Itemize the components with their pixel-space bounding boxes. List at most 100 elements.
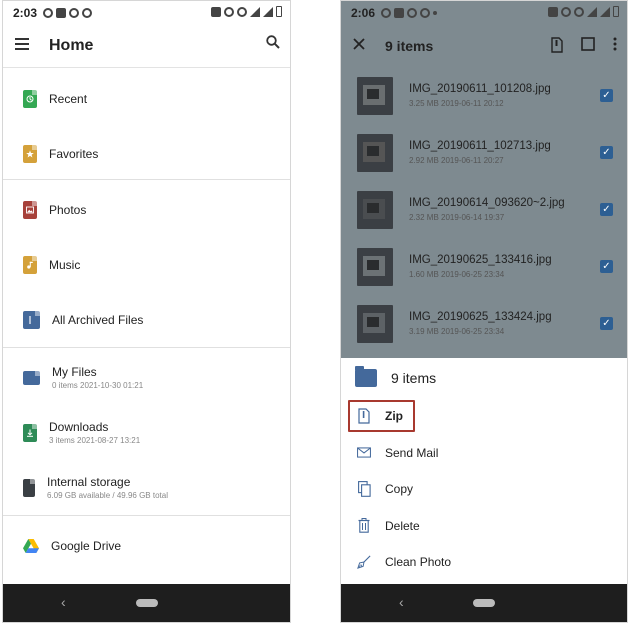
trash-icon — [357, 518, 371, 534]
link-icon — [69, 8, 80, 18]
selection-screen: 2:06 9 items IMG_20190611_101208.jpg 3.2… — [340, 0, 628, 623]
action-label: Send Mail — [385, 445, 439, 460]
home-screen: 2:03 Home Recent Favorites Photos Music … — [2, 0, 291, 623]
checkbox-checked-icon[interactable]: ✓ — [600, 203, 613, 216]
battery-icon — [613, 6, 619, 17]
nav-label: Downloads — [49, 420, 109, 434]
file-row[interactable]: IMG_20190614_093620~2.jpg 2.32 MB 2019-0… — [341, 181, 627, 238]
signal-icon — [263, 6, 273, 17]
selection-count: 9 items — [385, 38, 434, 54]
nav-label: Google Drive — [51, 538, 122, 553]
image-thumbnail — [357, 76, 393, 115]
search-icon[interactable] — [266, 35, 280, 54]
file-row[interactable]: IMG_20190625_133416.jpg 1.60 MB 2019-06-… — [341, 238, 627, 295]
mute-icon — [237, 6, 247, 17]
more-options-icon[interactable] — [613, 37, 617, 58]
signal-icon — [600, 6, 610, 17]
checkbox-checked-icon[interactable]: ✓ — [600, 146, 613, 159]
image-thumbnail — [357, 247, 393, 286]
action-sheet: 9 items Zip Send Mail Copy Delete Clean … — [341, 358, 627, 584]
home-pill-icon[interactable] — [135, 599, 158, 607]
nav-item-internal-storage[interactable]: Internal storage 6.09 GB available / 49.… — [3, 460, 290, 515]
zip-file-icon[interactable] — [551, 37, 563, 58]
wifi-icon — [587, 6, 597, 17]
highlight-box — [348, 400, 415, 432]
status-time: 2:06 — [351, 6, 376, 20]
action-copy[interactable]: Copy — [341, 471, 627, 508]
copy-icon — [357, 481, 371, 498]
nav-label: Music — [49, 257, 81, 272]
page-title: Home — [49, 37, 94, 54]
nav-item-recent[interactable]: Recent — [3, 71, 290, 126]
usb-icon — [407, 8, 418, 18]
file-name: IMG_20190611_101208.jpg — [409, 83, 551, 95]
nav-label: My Files — [52, 365, 97, 379]
image-thumbnail — [357, 133, 393, 172]
nav-item-photos[interactable]: Photos — [3, 182, 290, 237]
action-clean-photo[interactable]: Clean Photo — [341, 544, 627, 581]
close-icon[interactable] — [353, 37, 365, 55]
nav-item-google-drive[interactable]: Google Drive — [3, 518, 290, 573]
sheet-header: 9 items — [341, 358, 627, 398]
checkbox-checked-icon[interactable]: ✓ — [600, 317, 613, 330]
file-meta: 2.92 MB 2019-06-11 20:27 — [409, 156, 504, 165]
google-drive-icon — [23, 538, 39, 553]
music-icon — [23, 255, 37, 274]
sd-card-icon — [23, 478, 35, 497]
file-list: IMG_20190611_101208.jpg 3.25 MB 2019-06-… — [341, 67, 627, 352]
nav-label: Internal storage — [47, 475, 131, 489]
mail-icon — [357, 445, 371, 461]
star-icon — [23, 144, 37, 163]
nav-item-my-files[interactable]: My Files 0 items 2021-10-30 01:21 — [3, 350, 290, 405]
nav-sublabel: 0 items 2021-10-30 01:21 — [52, 381, 144, 390]
action-delete[interactable]: Delete — [341, 508, 627, 545]
link-icon — [420, 8, 431, 18]
recent-icon — [23, 89, 37, 108]
file-name: IMG_20190611_102713.jpg — [409, 140, 551, 152]
back-icon[interactable]: ‹ — [61, 594, 66, 610]
action-send-mail[interactable]: Send Mail — [341, 435, 627, 472]
select-all-icon[interactable] — [581, 37, 595, 58]
action-label: Delete — [385, 518, 420, 533]
nav-label: All Archived Files — [52, 312, 144, 327]
cast-icon — [211, 6, 221, 17]
checkbox-checked-icon[interactable]: ✓ — [600, 89, 613, 102]
action-label: Copy — [385, 482, 414, 497]
system-nav-bar: ‹ — [341, 584, 627, 622]
settings-notification-icon — [82, 8, 93, 18]
image-thumbnail — [357, 304, 393, 343]
file-row[interactable]: IMG_20190611_101208.jpg 3.25 MB 2019-06-… — [341, 67, 627, 124]
file-meta: 2.32 MB 2019-06-14 19:37 — [409, 213, 505, 222]
archive-icon — [23, 310, 40, 329]
file-meta: 1.60 MB 2019-06-25 23:34 — [409, 270, 505, 279]
system-nav-bar: ‹ — [3, 584, 290, 622]
action-label: Clean Photo — [385, 555, 452, 570]
nav-label: Recent — [49, 91, 88, 106]
nav-item-all-archived-files[interactable]: All Archived Files — [3, 292, 290, 347]
file-name: IMG_20190625_133424.jpg — [409, 311, 552, 323]
status-bar: 2:06 — [341, 1, 627, 25]
folder-icon — [23, 370, 40, 385]
nav-item-music[interactable]: Music — [3, 237, 290, 292]
nav-item-favorites[interactable]: Favorites — [3, 126, 290, 181]
action-zip[interactable]: Zip — [341, 398, 627, 435]
wifi-icon — [250, 6, 260, 17]
nav-label: Favorites — [49, 146, 99, 161]
status-time: 2:03 — [13, 6, 38, 20]
selection-app-bar: 9 items — [341, 25, 627, 67]
file-row[interactable]: IMG_20190611_102713.jpg 2.92 MB 2019-06-… — [341, 124, 627, 181]
mute-icon — [574, 6, 584, 17]
back-icon[interactable]: ‹ — [399, 594, 404, 610]
vpn-key-icon — [561, 6, 571, 17]
photo-icon — [23, 200, 37, 219]
hamburger-icon[interactable] — [15, 37, 29, 55]
nav-sublabel: 6.09 GB available / 49.96 GB total — [47, 491, 168, 500]
file-meta: 3.19 MB 2019-06-25 23:34 — [409, 327, 505, 336]
home-pill-icon[interactable] — [473, 599, 495, 607]
checkbox-checked-icon[interactable]: ✓ — [600, 260, 613, 273]
cast-icon — [548, 6, 558, 17]
file-row[interactable]: IMG_20190625_133424.jpg 3.19 MB 2019-06-… — [341, 295, 627, 352]
nav-item-downloads[interactable]: Downloads 3 items 2021-08-27 13:21 — [3, 405, 290, 460]
app-notification-icon — [394, 8, 405, 18]
nav-sublabel: 3 items 2021-08-27 13:21 — [49, 436, 141, 445]
